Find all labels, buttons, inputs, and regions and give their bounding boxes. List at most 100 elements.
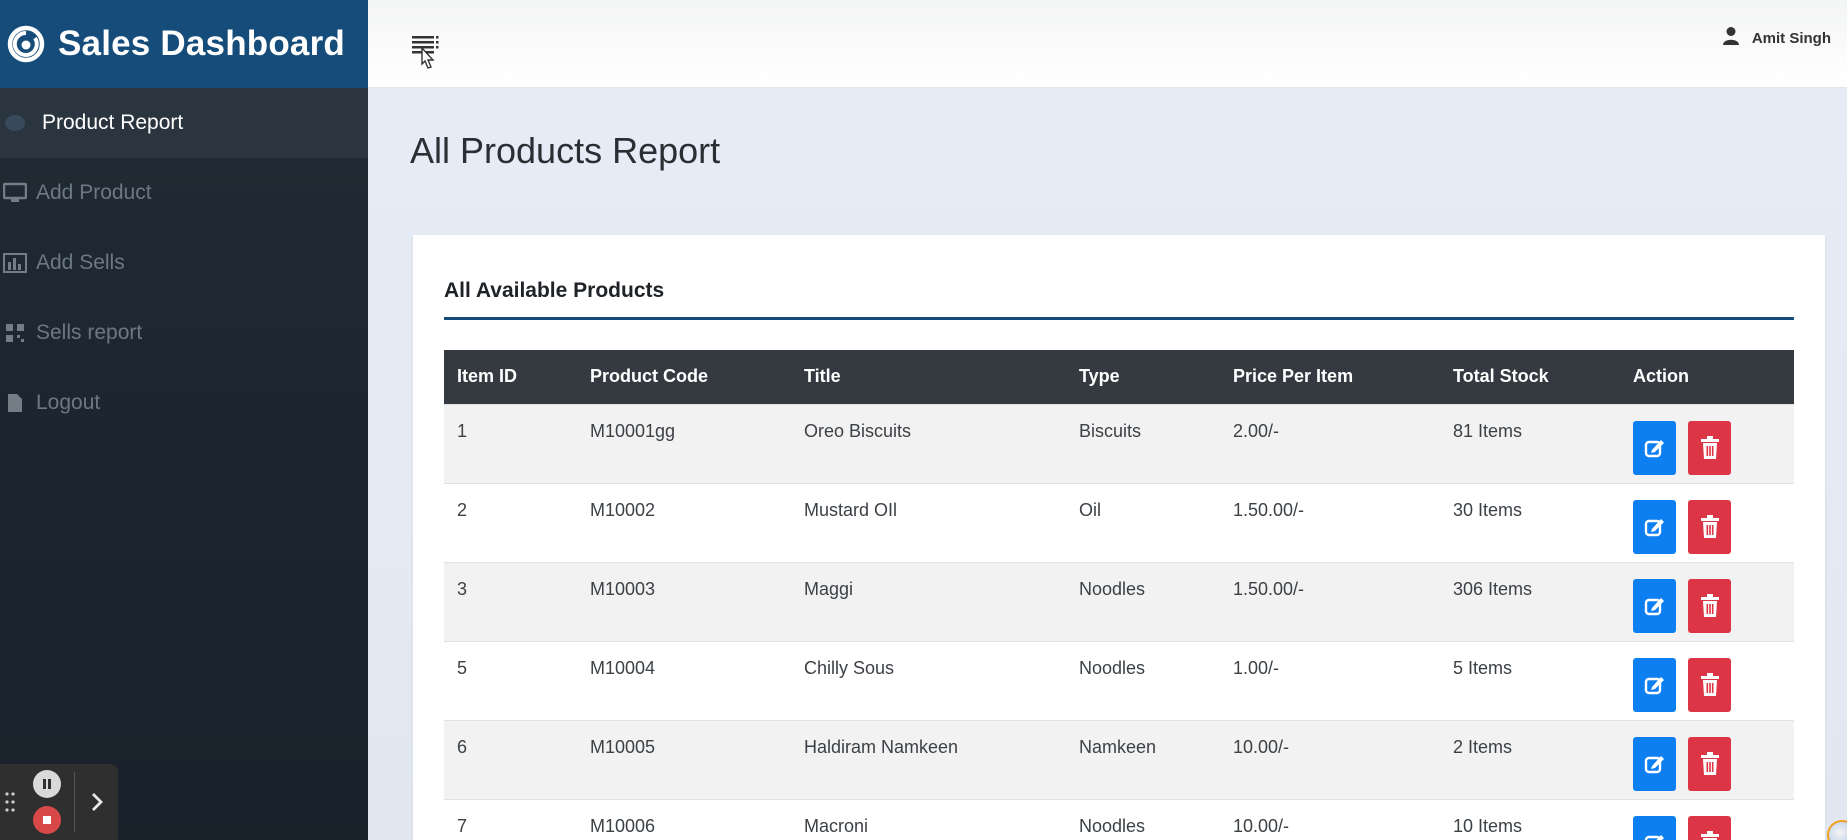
user-icon [1722,26,1740,50]
cell-type: Noodles [1066,640,1220,720]
trash-icon [1700,514,1719,538]
products-card: All Available Products Item ID Product C… [413,235,1825,840]
card-title: All Available Products [444,279,665,302]
sidebar: Sales Dashboard Product Report Add Produ… [0,0,368,840]
delete-button[interactable] [1688,657,1732,712]
topbar: Amit Singh [368,0,1847,88]
edit-button[interactable] [1633,578,1676,633]
divider [444,317,1794,320]
delete-button[interactable] [1688,499,1732,554]
cell-actions [1620,719,1794,799]
stop-button[interactable] [33,806,61,834]
file-icon [2,390,28,416]
recorder-controls [20,764,74,840]
trash-icon [1700,751,1719,775]
trash-icon [1700,593,1719,617]
chevron-right-icon[interactable] [75,764,118,840]
cell-price: 1.50.00/- [1220,482,1440,562]
cell-type: Noodles [1066,798,1220,840]
edit-icon [1644,755,1664,773]
column-header: Total Stock [1453,366,1549,387]
table-row: 6 M10005 Haldiram Namkeen Namkeen 10.00/… [444,719,1794,799]
cell-price: 10.00/- [1220,719,1440,799]
column-header: Item ID [457,366,518,387]
table-header-row: Item ID Product Code Title Type Price Pe… [444,350,1794,404]
table-row: 3 M10003 Maggi Noodles 1.50.00/- 306 Ite… [444,561,1794,641]
cell-product-code: M10005 [577,719,791,799]
drag-handle[interactable] [0,764,20,840]
cell-title: Oreo Biscuits [791,403,1066,483]
cell-stock: 2 Items [1440,719,1620,799]
edit-button[interactable] [1633,657,1676,712]
cell-product-code: M10006 [577,798,791,840]
cell-product-code: M10003 [577,561,791,641]
sidebar-item-product-report[interactable]: Product Report [0,88,368,158]
delete-button[interactable] [1688,815,1732,840]
edit-icon [1644,439,1664,457]
sidebar-item-sells-report[interactable]: Sells report [0,298,368,368]
column-header: Product Code [590,366,709,387]
column-header: Action [1633,366,1689,387]
page-title: All Products Report [410,130,721,171]
table-row: 1 M10001gg Oreo Biscuits Biscuits 2.00/-… [444,403,1794,483]
cell-title: Maggi [791,561,1066,641]
cell-item-id: 5 [444,640,577,720]
pause-button[interactable] [33,770,61,798]
edit-icon [1644,834,1664,840]
sidebar-item-label: Sells report [36,321,143,344]
palette-icon [2,110,28,136]
user-name: Amit Singh [1751,29,1831,47]
cell-title: Macroni [791,798,1066,840]
delete-button[interactable] [1688,578,1732,633]
cell-product-code: M10002 [577,482,791,562]
cell-title: Haldiram Namkeen [791,719,1066,799]
cell-product-code: M10001gg [577,403,791,483]
brand-title: Sales Dashboard [58,24,345,63]
sidebar-item-label: Add Product [36,181,152,204]
brand-bar[interactable]: Sales Dashboard [0,0,368,88]
monitor-icon [2,180,28,206]
cell-stock: 30 Items [1440,482,1620,562]
cell-stock: 306 Items [1440,561,1620,641]
main-content: All Products Report All Available Produc… [368,88,1847,840]
sidebar-item-label: Add Sells [36,251,125,274]
edit-icon [1644,518,1664,536]
qrcode-icon [2,320,28,346]
cell-actions [1620,561,1794,641]
cell-actions [1620,482,1794,562]
cell-item-id: 2 [444,482,577,562]
cell-price: 10.00/- [1220,798,1440,840]
delete-button[interactable] [1688,420,1732,475]
cell-title: Chilly Sous [791,640,1066,720]
cell-type: Oil [1066,482,1220,562]
column-header: Type [1079,366,1120,387]
cell-price: 2.00/- [1220,403,1440,483]
edit-button[interactable] [1633,420,1676,475]
hamburger-icon[interactable] [410,34,446,74]
sidebar-item-label: Product Report [42,111,184,134]
cell-stock: 5 Items [1440,640,1620,720]
table-row: 7 M10006 Macroni Noodles 10.00/- 10 Item… [444,798,1794,840]
edit-button[interactable] [1633,736,1676,791]
edit-button[interactable] [1633,815,1676,840]
cell-type: Noodles [1066,561,1220,641]
column-header: Title [804,366,841,387]
table-row: 5 M10004 Chilly Sous Noodles 1.00/- 5 It… [444,640,1794,720]
edit-button[interactable] [1633,499,1676,554]
trash-icon [1700,672,1719,696]
cell-item-id: 7 [444,798,577,840]
cell-title: Mustard OIl [791,482,1066,562]
cell-price: 1.50.00/- [1220,561,1440,641]
cell-actions [1620,403,1794,483]
edit-icon [1644,597,1664,615]
trash-icon [1700,435,1719,459]
delete-button[interactable] [1688,736,1732,791]
cell-type: Biscuits [1066,403,1220,483]
user-menu[interactable]: Amit Singh [1722,26,1831,50]
app-window: Sales Dashboard Product Report Add Produ… [0,0,1847,840]
cell-actions [1620,798,1794,840]
sidebar-item-logout[interactable]: Logout [0,368,368,438]
sidebar-item-add-product[interactable]: Add Product [0,158,368,228]
sidebar-item-add-sells[interactable]: Add Sells [0,228,368,298]
screen-recorder-widget [0,764,118,840]
